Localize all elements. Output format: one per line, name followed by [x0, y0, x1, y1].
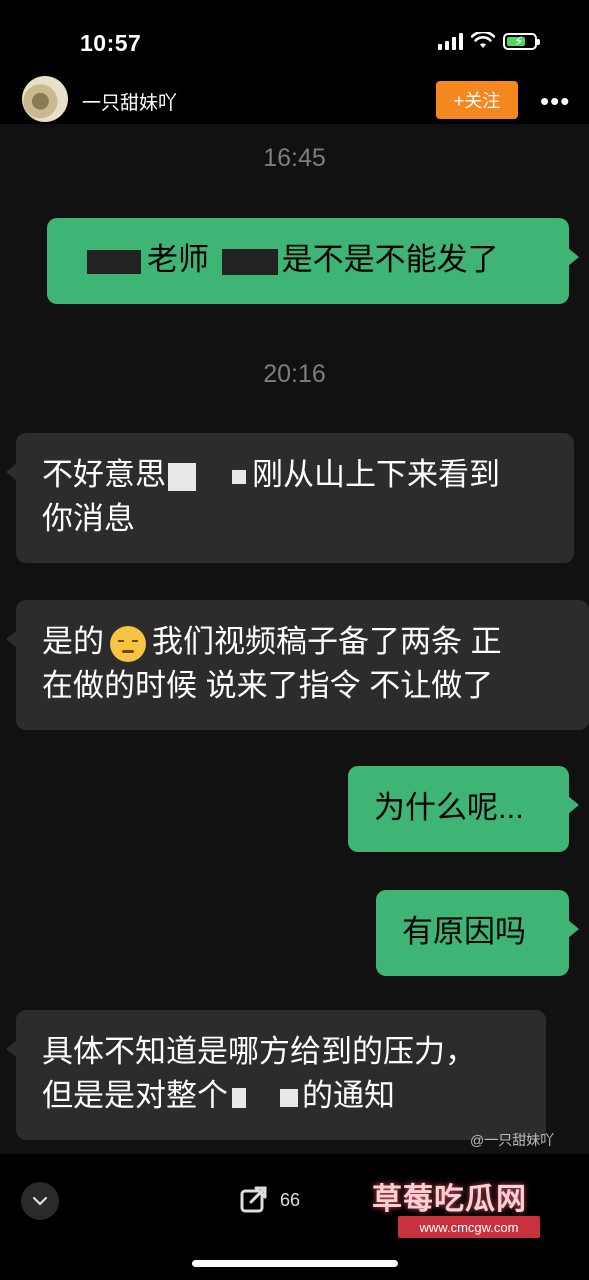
message-text: 为什么呢...	[374, 790, 524, 825]
message-text: 是不是不能发了	[281, 242, 499, 277]
username[interactable]: 一只甜妹吖	[82, 88, 177, 115]
home-indicator[interactable]	[192, 1260, 398, 1267]
chevron-down-icon[interactable]	[21, 1182, 59, 1220]
cellular-signal-icon	[438, 32, 463, 50]
avatar[interactable]	[22, 76, 68, 122]
timestamp: 16:45	[263, 144, 326, 172]
redacted-mosaic	[168, 462, 196, 491]
redacted-mosaic	[87, 249, 141, 274]
wifi-icon	[471, 32, 495, 48]
message-text: 老师	[147, 242, 209, 277]
message-bubble-received: 具体不知道是哪方给到的压力， 但是是对整个 的通知	[6, 1010, 546, 1140]
message-text: 我们视频稿子备了两条 正	[152, 624, 502, 659]
redacted-mosaic	[280, 1088, 298, 1107]
redacted-mosaic	[232, 469, 246, 484]
status-time: 10:57	[80, 30, 142, 56]
message-bubble-sent: 老师 是不是不能发了	[47, 218, 579, 304]
message-text: 是的	[42, 624, 104, 659]
share-count: 66	[280, 1190, 301, 1210]
redacted-mosaic	[221, 248, 278, 275]
pensive-face-emoji-icon	[110, 625, 146, 662]
message-bubble-sent: 为什么呢...	[348, 766, 579, 852]
message-text: 具体不知道是哪方给到的压力，	[42, 1034, 476, 1069]
post-header: 一只甜妹吖 +关注 •••	[0, 76, 589, 124]
message-text: 的通知	[302, 1078, 395, 1113]
message-bubble-received: 不好意思 刚从山上下来看到 你消息	[6, 433, 574, 563]
bottom-bar: 66 草莓吃瓜网 www.cmcgw.com	[0, 1154, 589, 1280]
battery-charging-icon: ⚡	[503, 32, 540, 50]
follow-button[interactable]: +关注	[436, 81, 518, 119]
more-options-icon[interactable]: •••	[540, 86, 570, 117]
share-icon[interactable]	[239, 1184, 269, 1214]
weibo-handle-watermark: @一只甜妹吖	[470, 1132, 555, 1148]
status-bar: 10:57 ⚡	[0, 0, 589, 80]
message-text: 在做的时候 说来了指令 不让做了	[42, 668, 494, 703]
system-icons: ⚡	[438, 32, 540, 50]
message-text: 不好意思	[42, 457, 166, 492]
message-text: 刚从山上下来看到	[252, 457, 500, 492]
site-watermark-url: www.cmcgw.com	[398, 1216, 540, 1238]
message-bubble-received: 是的 我们视频稿子备了两条 正 在做的时候 说来了指令 不让做了	[6, 600, 589, 730]
message-text: 你消息	[42, 501, 135, 536]
redacted-mosaic	[232, 1087, 246, 1108]
site-watermark-title: 草莓吃瓜网	[372, 1183, 527, 1216]
message-text: 有原因吗	[402, 914, 526, 949]
chat-screenshot: 16:45 老师 是不是不能发了 20:16 不好意思 刚从山上下来看到 你消息 …	[0, 124, 589, 1154]
message-text: 但是是对整个	[42, 1078, 228, 1113]
message-bubble-sent: 有原因吗	[376, 890, 579, 976]
timestamp: 20:16	[263, 360, 326, 388]
